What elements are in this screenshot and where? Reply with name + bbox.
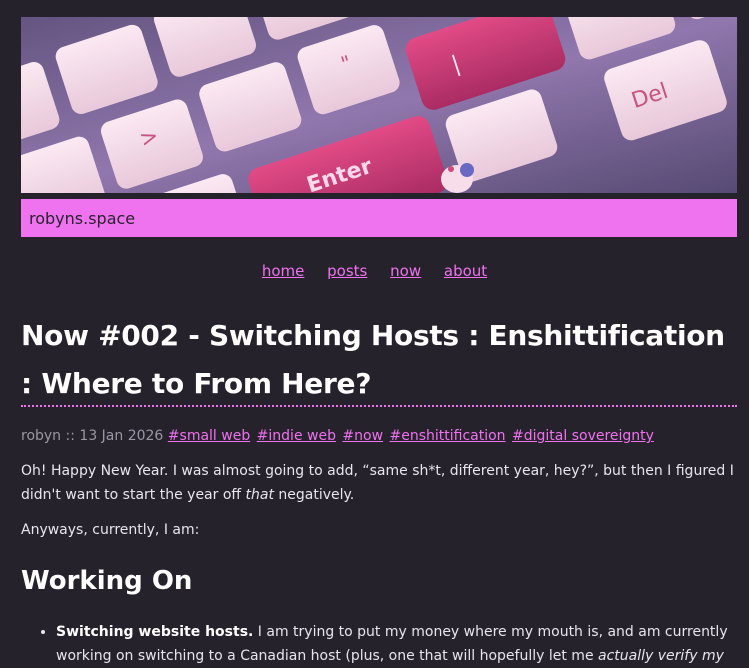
post-title: Now #002 - Switching Hosts : Enshittific… — [21, 319, 725, 400]
list-item-title: Switching website hosts. — [56, 624, 254, 640]
nav-home-link[interactable]: home — [262, 262, 305, 280]
tag-digital-sovereignty[interactable]: #digital sovereignty — [512, 428, 654, 444]
intro-emphasis: that — [245, 487, 274, 503]
tag-small-web[interactable]: #small web — [168, 428, 250, 444]
site-title[interactable]: robyns.space — [29, 209, 135, 228]
intro-text-end: negatively. — [273, 487, 355, 503]
tag-enshittification[interactable]: #enshittification — [390, 428, 506, 444]
tag-indie-web[interactable]: #indie web — [257, 428, 336, 444]
post-date: 13 Jan 2026 — [79, 428, 164, 444]
list-item: Switching website hosts. I am trying to … — [56, 620, 749, 668]
post-author: robyn — [21, 428, 62, 444]
nav-about-link[interactable]: about — [444, 262, 487, 280]
nav-now-link[interactable]: now — [390, 262, 421, 280]
section-heading-working-on: Working On — [21, 566, 193, 596]
site-header-bar: robyns.space — [21, 199, 737, 237]
tag-now[interactable]: #now — [342, 428, 383, 444]
working-on-list: Switching website hosts. I am trying to … — [21, 620, 749, 668]
intro-text-start: Oh! Happy New Year. I was almost going t… — [21, 463, 734, 503]
currently-paragraph: Anyways, currently, I am: — [21, 522, 200, 538]
title-divider — [21, 405, 737, 407]
meta-separator: :: — [65, 428, 75, 444]
keyboard-photo: > " | Enter Del ? ~ — [21, 17, 737, 193]
list-item-emphasis: actually verify my — [598, 648, 724, 664]
post-meta: robyn :: 13 Jan 2026 #small web #indie w… — [21, 428, 737, 444]
nav-posts-link[interactable]: posts — [327, 262, 367, 280]
intro-paragraph: Oh! Happy New Year. I was almost going t… — [21, 459, 737, 507]
header-banner-image: > " | Enter Del ? ~ — [21, 17, 737, 193]
main-nav: home posts now about — [0, 262, 749, 280]
